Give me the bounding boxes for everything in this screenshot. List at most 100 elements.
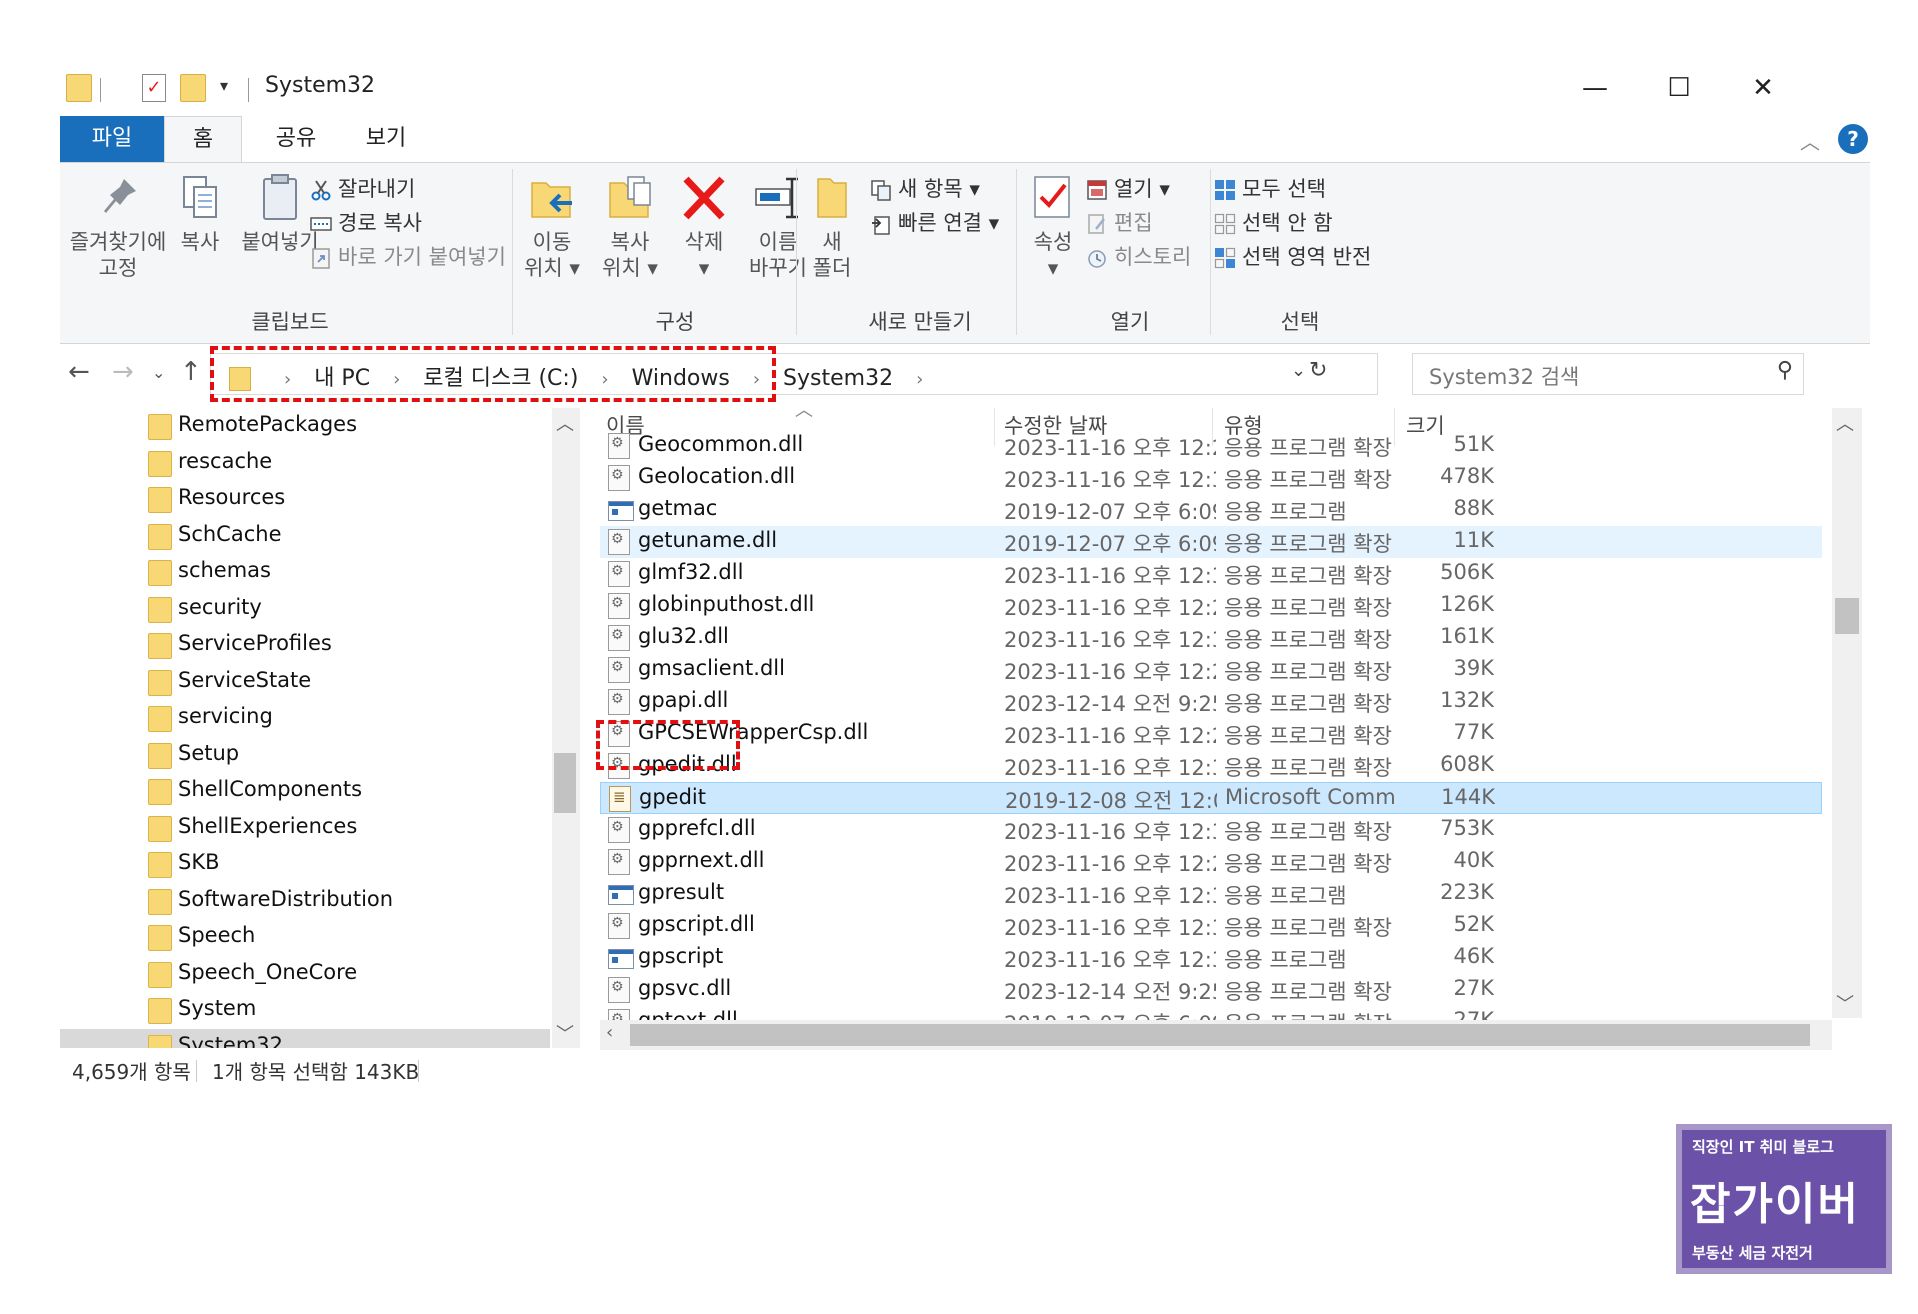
- chevron-right-icon[interactable]: ›: [916, 369, 923, 390]
- delete-x-icon: [680, 173, 728, 223]
- nav-folder-item[interactable]: ShellComponents: [60, 773, 550, 809]
- nav-folder-item[interactable]: RemotePackages: [60, 408, 550, 444]
- file-row[interactable]: gpapi.dll 2023-12-14 오전 9:25 응용 프로그램 확장 132…: [600, 686, 1822, 718]
- up-arrow-icon[interactable]: ↑: [180, 357, 202, 387]
- navigation-pane-scrollbar[interactable]: ︿ ﹀: [552, 408, 580, 1048]
- file-row[interactable]: gpscript 2023-11-16 오후 12:33 응용 프로그램 46K: [600, 942, 1822, 974]
- file-name: getmac: [638, 496, 718, 520]
- file-list-horizontal-scrollbar[interactable]: ‹: [600, 1020, 1832, 1050]
- tab-view[interactable]: 보기: [348, 116, 424, 162]
- paste-shortcut-button[interactable]: 바로 가기 붙여넣기: [310, 241, 506, 271]
- back-arrow-icon[interactable]: ←: [68, 357, 90, 387]
- maximize-button[interactable]: ☐: [1644, 66, 1714, 110]
- nav-folder-item[interactable]: servicing: [60, 700, 550, 736]
- delete-button[interactable]: 삭제 ▾: [674, 173, 734, 281]
- nav-folder-item[interactable]: SKB: [60, 846, 550, 882]
- pin-quick-access-button[interactable]: 즐겨찾기에 고정: [68, 173, 168, 281]
- nav-folder-item[interactable]: Speech_OneCore: [60, 956, 550, 992]
- scrollbar-thumb[interactable]: [1835, 598, 1859, 634]
- new-folder-button[interactable]: 새 폴더: [802, 173, 862, 281]
- nav-folder-item[interactable]: schemas: [60, 554, 550, 590]
- file-row[interactable]: getuname.dll 2019-12-07 오후 6:09 응용 프로그램 확장…: [600, 526, 1822, 558]
- scroll-down-icon[interactable]: ﹀: [556, 1020, 574, 1046]
- nav-folder-item[interactable]: ShellExperiences: [60, 810, 550, 846]
- file-row[interactable]: gpedit.dll2023-11-16 오후 12:32응용 프로그램 확장6…: [600, 750, 1822, 782]
- nav-folder-item[interactable]: System: [60, 992, 550, 1028]
- nav-folder-item[interactable]: SoftwareDistribution: [60, 883, 550, 919]
- move-to-button[interactable]: 이동 위치 ▾: [516, 173, 588, 281]
- nav-folder-item[interactable]: SchCache: [60, 518, 550, 554]
- nav-folder-item[interactable]: Resources: [60, 481, 550, 517]
- nav-folder-item[interactable]: Speech: [60, 919, 550, 955]
- file-date: 2019-12-07 오후 6:09: [1004, 500, 1216, 524]
- dll-file-icon: [608, 625, 630, 651]
- file-row[interactable]: glu32.dll 2023-11-16 오후 12:32 응용 프로그램 확장 16…: [600, 622, 1822, 654]
- group-label-clipboard: 클립보드: [251, 310, 329, 334]
- file-row[interactable]: Geolocation.dll 2023-11-16 오후 12:30 응용 프로그…: [600, 462, 1822, 494]
- file-row[interactable]: glmf32.dll 2023-11-16 오후 12:32 응용 프로그램 확장 5…: [600, 558, 1822, 590]
- file-date: 2023-11-16 오후 12:29: [1004, 660, 1216, 684]
- scroll-down-icon[interactable]: ﹀: [1836, 990, 1854, 1016]
- tab-share[interactable]: 공유: [258, 116, 334, 162]
- file-list-vertical-scrollbar[interactable]: ︿ ﹀: [1832, 408, 1862, 1018]
- scroll-up-icon[interactable]: ︿: [1836, 410, 1854, 436]
- application-icon: [608, 501, 634, 521]
- file-row[interactable]: gpscript.dll 2023-11-16 오후 12:33 응용 프로그램 확…: [600, 910, 1822, 942]
- scroll-left-icon[interactable]: ‹: [606, 1022, 613, 1043]
- search-box[interactable]: System32 검색 ⚲: [1412, 353, 1804, 395]
- collapse-ribbon-icon[interactable]: ︿: [1800, 126, 1820, 155]
- scroll-up-icon[interactable]: ︿: [556, 410, 574, 436]
- copy-button[interactable]: 복사: [164, 173, 236, 255]
- tab-home[interactable]: 홈: [164, 116, 242, 163]
- file-list[interactable]: ︿ 이름 수정한 날짜 유형 크기 Geocommon.dll2023-11-1…: [600, 408, 1862, 1028]
- tab-file[interactable]: 파일: [60, 116, 164, 162]
- nav-folder-item[interactable]: ServiceState: [60, 664, 550, 700]
- nav-folder-item[interactable]: Setup: [60, 737, 550, 773]
- file-name: getuname.dll: [638, 528, 778, 552]
- refresh-icon[interactable]: ↻: [1309, 358, 1327, 383]
- file-row[interactable]: gpprefcl.dll 2023-11-16 오후 12:33 응용 프로그램 확…: [600, 814, 1822, 846]
- new-folder-quick-icon[interactable]: [180, 74, 206, 102]
- copy-path-button[interactable]: 경로 복사: [310, 207, 422, 237]
- file-row[interactable]: gpresult 2023-11-16 오후 12:32 응용 프로그램 223K: [600, 878, 1822, 910]
- nav-folder-item[interactable]: rescache: [60, 445, 550, 481]
- file-type: 응용 프로그램: [1224, 884, 1347, 908]
- navigation-pane[interactable]: RemotePackages rescache Resources SchCache s…: [60, 408, 590, 1048]
- history-button[interactable]: 히스토리: [1086, 241, 1191, 271]
- nav-folder-item[interactable]: ServiceProfiles: [60, 627, 550, 663]
- nav-folder-item[interactable]: System32: [60, 1028, 550, 1048]
- minimize-button[interactable]: —: [1560, 66, 1630, 110]
- properties-quick-icon[interactable]: ✓: [142, 74, 166, 102]
- crumb-system32[interactable]: System32: [783, 366, 893, 391]
- scrollbar-thumb[interactable]: [554, 753, 576, 813]
- file-row[interactable]: gpedit 2019-12-08 오전 12:00 Microsoft Comm.…: [600, 782, 1822, 814]
- scrollbar-thumb[interactable]: [630, 1024, 1810, 1046]
- file-row[interactable]: gpprnext.dll 2023-11-16 오후 12:27 응용 프로그램 확…: [600, 846, 1822, 878]
- edit-label: 편집: [1114, 211, 1153, 235]
- file-row[interactable]: gmsaclient.dll 2023-11-16 오후 12:29 응용 프로그램…: [600, 654, 1822, 686]
- file-row[interactable]: globinputhost.dll 2023-11-16 오후 12:29 응용 프…: [600, 590, 1822, 622]
- properties-button[interactable]: 속성 ▾: [1020, 173, 1086, 281]
- cut-button[interactable]: 잘라내기: [310, 173, 415, 203]
- file-row[interactable]: getmac 2019-12-07 오후 6:09 응용 프로그램 88K: [600, 494, 1822, 526]
- nav-folder-item[interactable]: security: [60, 591, 550, 627]
- address-history-dropdown-icon[interactable]: ⌄: [1291, 360, 1306, 381]
- file-row[interactable]: Geocommon.dll 2023-11-16 오후 12:29 응용 프로그램 …: [600, 430, 1822, 462]
- edit-button[interactable]: 편집: [1086, 207, 1153, 237]
- forward-arrow-icon[interactable]: →: [112, 357, 134, 387]
- close-button[interactable]: ✕: [1728, 66, 1798, 110]
- divider: [248, 78, 249, 102]
- invert-selection-button[interactable]: 선택 영역 반전: [1214, 241, 1371, 271]
- file-row[interactable]: gpsvc.dll 2023-12-14 오전 9:25 응용 프로그램 확장 27K: [600, 974, 1822, 1006]
- file-row[interactable]: GPCSEWrapperCsp.dll2023-11-16 오후 12:27응용…: [600, 718, 1822, 750]
- new-item-button[interactable]: 새 항목 ▾: [870, 173, 980, 203]
- help-button[interactable]: ?: [1838, 124, 1868, 154]
- recent-locations-chevron-icon[interactable]: ⌄: [152, 363, 165, 382]
- select-all-button[interactable]: 모두 선택: [1214, 173, 1326, 203]
- search-icon[interactable]: ⚲: [1777, 358, 1793, 383]
- open-button[interactable]: 열기 ▾: [1086, 173, 1170, 203]
- easy-access-button[interactable]: 빠른 연결 ▾: [870, 207, 999, 237]
- select-none-button[interactable]: 선택 안 함: [1214, 207, 1333, 237]
- copy-to-button[interactable]: 복사 위치 ▾: [594, 173, 666, 281]
- customize-quick-access-icon[interactable]: ▾: [220, 76, 228, 95]
